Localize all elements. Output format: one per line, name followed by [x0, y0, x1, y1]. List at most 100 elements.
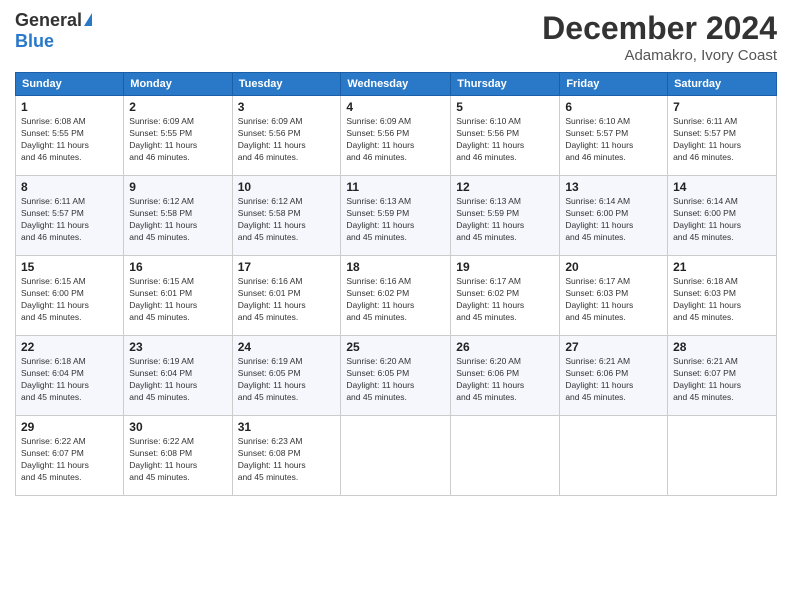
- calendar-cell: 14 Sunrise: 6:14 AM Sunset: 6:00 PM Dayl…: [668, 176, 777, 256]
- calendar-cell: 7 Sunrise: 6:11 AM Sunset: 5:57 PM Dayli…: [668, 96, 777, 176]
- day-number: 9: [129, 180, 226, 194]
- calendar-cell: 20 Sunrise: 6:17 AM Sunset: 6:03 PM Dayl…: [560, 256, 668, 336]
- day-number: 4: [346, 100, 445, 114]
- calendar-cell: 30 Sunrise: 6:22 AM Sunset: 6:08 PM Dayl…: [124, 416, 232, 496]
- day-info: Sunrise: 6:23 AM Sunset: 6:08 PM Dayligh…: [238, 436, 336, 484]
- calendar-page: General Blue December 2024 Adamakro, Ivo…: [0, 0, 792, 612]
- weekday-header-tuesday: Tuesday: [232, 73, 341, 96]
- day-info: Sunrise: 6:21 AM Sunset: 6:06 PM Dayligh…: [565, 356, 662, 404]
- weekday-header-wednesday: Wednesday: [341, 73, 451, 96]
- day-info: Sunrise: 6:10 AM Sunset: 5:57 PM Dayligh…: [565, 116, 662, 164]
- day-number: 14: [673, 180, 771, 194]
- day-info: Sunrise: 6:16 AM Sunset: 6:02 PM Dayligh…: [346, 276, 445, 324]
- calendar-week-1: 1 Sunrise: 6:08 AM Sunset: 5:55 PM Dayli…: [16, 96, 777, 176]
- day-info: Sunrise: 6:19 AM Sunset: 6:04 PM Dayligh…: [129, 356, 226, 404]
- calendar-cell: [341, 416, 451, 496]
- day-number: 3: [238, 100, 336, 114]
- day-info: Sunrise: 6:12 AM Sunset: 5:58 PM Dayligh…: [238, 196, 336, 244]
- calendar-cell: 17 Sunrise: 6:16 AM Sunset: 6:01 PM Dayl…: [232, 256, 341, 336]
- day-number: 21: [673, 260, 771, 274]
- day-info: Sunrise: 6:18 AM Sunset: 6:04 PM Dayligh…: [21, 356, 118, 404]
- calendar-cell: 31 Sunrise: 6:23 AM Sunset: 6:08 PM Dayl…: [232, 416, 341, 496]
- calendar-cell: 11 Sunrise: 6:13 AM Sunset: 5:59 PM Dayl…: [341, 176, 451, 256]
- logo: General Blue: [15, 10, 92, 52]
- day-info: Sunrise: 6:12 AM Sunset: 5:58 PM Dayligh…: [129, 196, 226, 244]
- day-number: 31: [238, 420, 336, 434]
- calendar-cell: 5 Sunrise: 6:10 AM Sunset: 5:56 PM Dayli…: [451, 96, 560, 176]
- day-info: Sunrise: 6:20 AM Sunset: 6:05 PM Dayligh…: [346, 356, 445, 404]
- day-number: 15: [21, 260, 118, 274]
- weekday-header-sunday: Sunday: [16, 73, 124, 96]
- calendar-cell: 19 Sunrise: 6:17 AM Sunset: 6:02 PM Dayl…: [451, 256, 560, 336]
- day-number: 10: [238, 180, 336, 194]
- calendar-body: 1 Sunrise: 6:08 AM Sunset: 5:55 PM Dayli…: [16, 96, 777, 496]
- calendar-cell: 6 Sunrise: 6:10 AM Sunset: 5:57 PM Dayli…: [560, 96, 668, 176]
- calendar-week-4: 22 Sunrise: 6:18 AM Sunset: 6:04 PM Dayl…: [16, 336, 777, 416]
- day-number: 20: [565, 260, 662, 274]
- day-info: Sunrise: 6:09 AM Sunset: 5:56 PM Dayligh…: [346, 116, 445, 164]
- calendar-cell: 18 Sunrise: 6:16 AM Sunset: 6:02 PM Dayl…: [341, 256, 451, 336]
- day-info: Sunrise: 6:15 AM Sunset: 6:01 PM Dayligh…: [129, 276, 226, 324]
- calendar-cell: 8 Sunrise: 6:11 AM Sunset: 5:57 PM Dayli…: [16, 176, 124, 256]
- weekday-header-friday: Friday: [560, 73, 668, 96]
- day-number: 19: [456, 260, 554, 274]
- calendar-cell: [451, 416, 560, 496]
- day-number: 7: [673, 100, 771, 114]
- day-number: 23: [129, 340, 226, 354]
- day-number: 13: [565, 180, 662, 194]
- day-number: 6: [565, 100, 662, 114]
- day-info: Sunrise: 6:10 AM Sunset: 5:56 PM Dayligh…: [456, 116, 554, 164]
- day-number: 1: [21, 100, 118, 114]
- day-number: 30: [129, 420, 226, 434]
- day-info: Sunrise: 6:13 AM Sunset: 5:59 PM Dayligh…: [456, 196, 554, 244]
- calendar-cell: 2 Sunrise: 6:09 AM Sunset: 5:55 PM Dayli…: [124, 96, 232, 176]
- day-number: 17: [238, 260, 336, 274]
- calendar-cell: 15 Sunrise: 6:15 AM Sunset: 6:00 PM Dayl…: [16, 256, 124, 336]
- calendar-cell: 13 Sunrise: 6:14 AM Sunset: 6:00 PM Dayl…: [560, 176, 668, 256]
- day-number: 12: [456, 180, 554, 194]
- day-info: Sunrise: 6:11 AM Sunset: 5:57 PM Dayligh…: [21, 196, 118, 244]
- day-info: Sunrise: 6:16 AM Sunset: 6:01 PM Dayligh…: [238, 276, 336, 324]
- month-title: December 2024: [542, 10, 777, 47]
- page-header: General Blue December 2024 Adamakro, Ivo…: [15, 10, 777, 64]
- day-info: Sunrise: 6:20 AM Sunset: 6:06 PM Dayligh…: [456, 356, 554, 404]
- logo-triangle-icon: [84, 13, 92, 26]
- calendar-cell: 29 Sunrise: 6:22 AM Sunset: 6:07 PM Dayl…: [16, 416, 124, 496]
- calendar-cell: 26 Sunrise: 6:20 AM Sunset: 6:06 PM Dayl…: [451, 336, 560, 416]
- logo-general-text: General: [15, 10, 82, 31]
- day-info: Sunrise: 6:09 AM Sunset: 5:55 PM Dayligh…: [129, 116, 226, 164]
- day-info: Sunrise: 6:21 AM Sunset: 6:07 PM Dayligh…: [673, 356, 771, 404]
- calendar-week-5: 29 Sunrise: 6:22 AM Sunset: 6:07 PM Dayl…: [16, 416, 777, 496]
- day-number: 24: [238, 340, 336, 354]
- day-info: Sunrise: 6:22 AM Sunset: 6:08 PM Dayligh…: [129, 436, 226, 484]
- calendar-cell: 21 Sunrise: 6:18 AM Sunset: 6:03 PM Dayl…: [668, 256, 777, 336]
- calendar-cell: [560, 416, 668, 496]
- day-info: Sunrise: 6:15 AM Sunset: 6:00 PM Dayligh…: [21, 276, 118, 324]
- calendar-cell: 28 Sunrise: 6:21 AM Sunset: 6:07 PM Dayl…: [668, 336, 777, 416]
- calendar-cell: 4 Sunrise: 6:09 AM Sunset: 5:56 PM Dayli…: [341, 96, 451, 176]
- day-info: Sunrise: 6:11 AM Sunset: 5:57 PM Dayligh…: [673, 116, 771, 164]
- day-info: Sunrise: 6:08 AM Sunset: 5:55 PM Dayligh…: [21, 116, 118, 164]
- day-info: Sunrise: 6:14 AM Sunset: 6:00 PM Dayligh…: [565, 196, 662, 244]
- day-info: Sunrise: 6:09 AM Sunset: 5:56 PM Dayligh…: [238, 116, 336, 164]
- title-block: December 2024 Adamakro, Ivory Coast: [542, 10, 777, 64]
- weekday-header-saturday: Saturday: [668, 73, 777, 96]
- calendar-cell: 3 Sunrise: 6:09 AM Sunset: 5:56 PM Dayli…: [232, 96, 341, 176]
- day-number: 26: [456, 340, 554, 354]
- day-number: 22: [21, 340, 118, 354]
- day-info: Sunrise: 6:17 AM Sunset: 6:03 PM Dayligh…: [565, 276, 662, 324]
- calendar-cell: 22 Sunrise: 6:18 AM Sunset: 6:04 PM Dayl…: [16, 336, 124, 416]
- calendar-cell: 27 Sunrise: 6:21 AM Sunset: 6:06 PM Dayl…: [560, 336, 668, 416]
- calendar-cell: 25 Sunrise: 6:20 AM Sunset: 6:05 PM Dayl…: [341, 336, 451, 416]
- calendar-cell: 10 Sunrise: 6:12 AM Sunset: 5:58 PM Dayl…: [232, 176, 341, 256]
- day-number: 18: [346, 260, 445, 274]
- calendar-week-2: 8 Sunrise: 6:11 AM Sunset: 5:57 PM Dayli…: [16, 176, 777, 256]
- day-number: 29: [21, 420, 118, 434]
- day-info: Sunrise: 6:14 AM Sunset: 6:00 PM Dayligh…: [673, 196, 771, 244]
- calendar-cell: 1 Sunrise: 6:08 AM Sunset: 5:55 PM Dayli…: [16, 96, 124, 176]
- day-number: 2: [129, 100, 226, 114]
- day-info: Sunrise: 6:19 AM Sunset: 6:05 PM Dayligh…: [238, 356, 336, 404]
- calendar-cell: 9 Sunrise: 6:12 AM Sunset: 5:58 PM Dayli…: [124, 176, 232, 256]
- day-number: 16: [129, 260, 226, 274]
- day-number: 11: [346, 180, 445, 194]
